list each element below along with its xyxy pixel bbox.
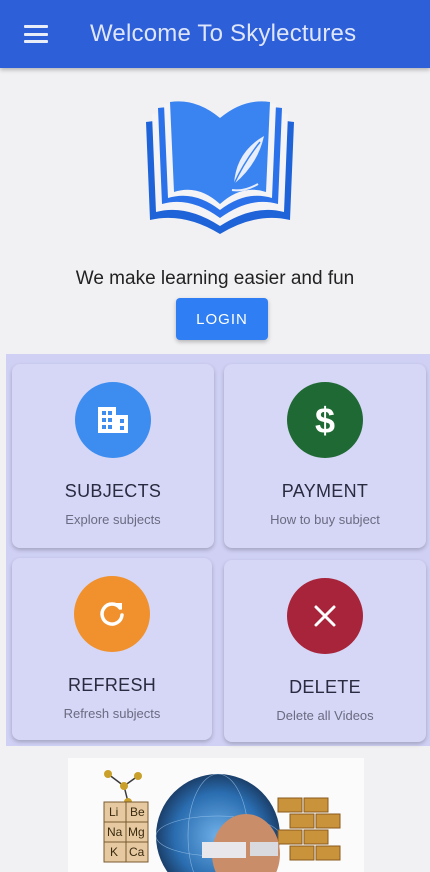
- subjects-card[interactable]: SUBJECTS Explore subjects: [12, 364, 214, 548]
- svg-text:$: $: [315, 400, 335, 440]
- subjects-title: SUBJECTS: [64, 481, 162, 501]
- book-logo: [146, 101, 294, 234]
- dollar-icon: $: [287, 382, 363, 458]
- science-collage-image: Li Be Na Mg K Ca: [103, 770, 341, 872]
- building-icon: [75, 382, 151, 458]
- app-title: Welcome To Skylectures: [90, 20, 357, 47]
- element-na: Na: [107, 825, 123, 839]
- refresh-subtitle: Refresh subjects: [63, 706, 161, 721]
- payment-card[interactable]: $ PAYMENT How to buy subject: [224, 364, 426, 548]
- subjects-subtitle: Explore subjects: [65, 512, 161, 527]
- delete-subtitle: Delete all Videos: [276, 708, 374, 723]
- banner-image: Li Be Na Mg K Ca: [68, 758, 364, 872]
- delete-title: DELETE: [289, 677, 361, 697]
- element-mg: Mg: [128, 825, 145, 839]
- element-ca: Ca: [129, 845, 145, 859]
- refresh-icon: [74, 576, 150, 652]
- close-icon: [287, 578, 363, 654]
- payment-title: PAYMENT: [281, 481, 369, 501]
- tagline: We make learning easier and fun: [75, 268, 355, 289]
- element-k: K: [110, 845, 118, 859]
- login-button[interactable]: LOGIN: [176, 298, 268, 340]
- app-bar: Welcome To Skylectures: [0, 0, 430, 68]
- delete-card[interactable]: DELETE Delete all Videos: [224, 560, 426, 742]
- menu-icon[interactable]: [24, 25, 48, 43]
- payment-subtitle: How to buy subject: [270, 512, 380, 527]
- refresh-title: REFRESH: [67, 675, 157, 695]
- element-li: Li: [109, 805, 118, 819]
- refresh-card[interactable]: REFRESH Refresh subjects: [12, 558, 212, 740]
- element-be: Be: [130, 805, 145, 819]
